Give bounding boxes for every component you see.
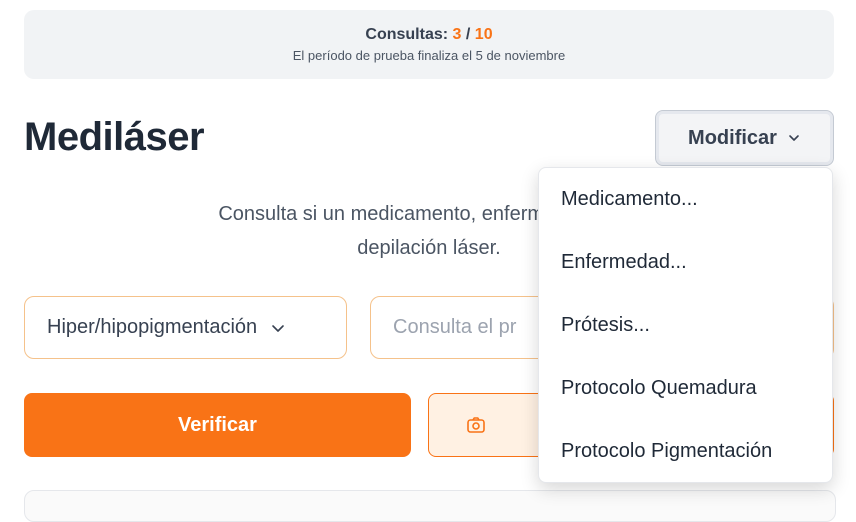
camera-icon [467,417,485,433]
menu-item-enfermedad[interactable]: Enfermedad... [539,231,832,294]
menu-item-label: Protocolo Quemadura [561,377,757,399]
query-counter: Consultas: 3 / 10 [365,26,492,44]
chevron-down-icon [789,135,799,141]
category-select[interactable]: Hiper/hipopigmentación [24,296,347,359]
menu-item-label: Medicamento... [561,188,698,210]
menu-item-label: Prótesis... [561,314,650,336]
usage-banner: Consultas: 3 / 10 El período de prueba f… [24,10,834,79]
menu-item-protesis[interactable]: Prótesis... [539,294,832,357]
counter-separator: / [465,26,471,43]
trial-notice: El período de prueba finaliza el 5 de no… [292,48,566,63]
menu-item-protocolo-quemadura[interactable]: Protocolo Quemadura [539,357,832,420]
category-select-value: Hiper/hipopigmentación [47,316,258,338]
menu-item-label: Protocolo Pigmentación [561,440,773,462]
result-card [24,490,836,522]
counter-label: Consultas: [365,26,449,43]
menu-item-medicamento[interactable]: Medicamento... [539,168,832,231]
verify-button-label: Verificar [178,413,257,436]
menu-item-protocolo-pigmentacion[interactable]: Protocolo Pigmentación [539,420,832,483]
menu-item-label: Enfermedad... [561,251,687,273]
counter-total: 10 [474,26,493,43]
counter-used: 3 [452,26,462,43]
chevron-down-icon [272,324,284,332]
modify-dropdown-menu: Medicamento... Enfermedad... Prótesis...… [538,167,833,483]
modify-button[interactable]: Modificar [655,110,834,166]
page-title: Mediláser [24,115,205,159]
query-input-placeholder: Consulta el pr [393,316,517,338]
verify-button[interactable]: Verificar [24,393,411,457]
modify-button-label: Modificar [688,126,777,149]
